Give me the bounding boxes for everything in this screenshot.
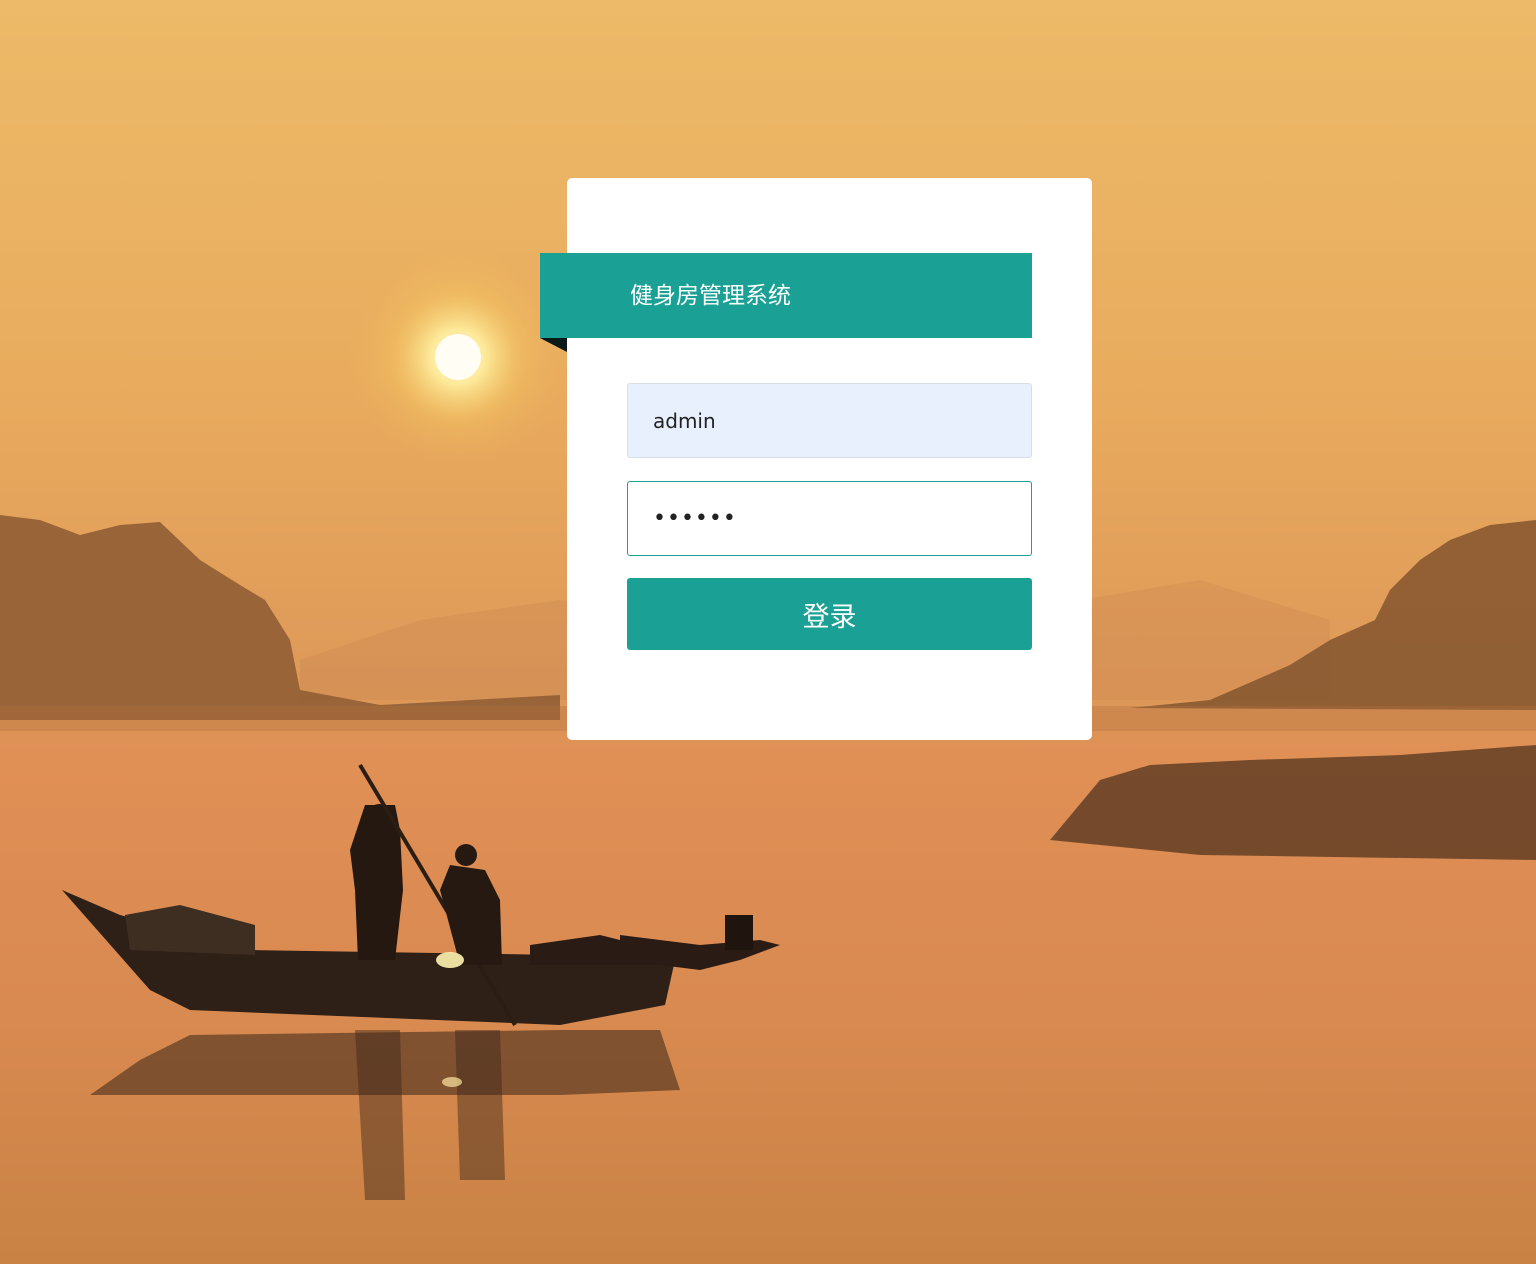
username-input[interactable] <box>627 383 1032 458</box>
login-button[interactable]: 登录 <box>627 578 1032 650</box>
ribbon-fold <box>540 338 567 352</box>
password-input[interactable] <box>627 481 1032 556</box>
app-title: 健身房管理系统 <box>630 283 791 309</box>
